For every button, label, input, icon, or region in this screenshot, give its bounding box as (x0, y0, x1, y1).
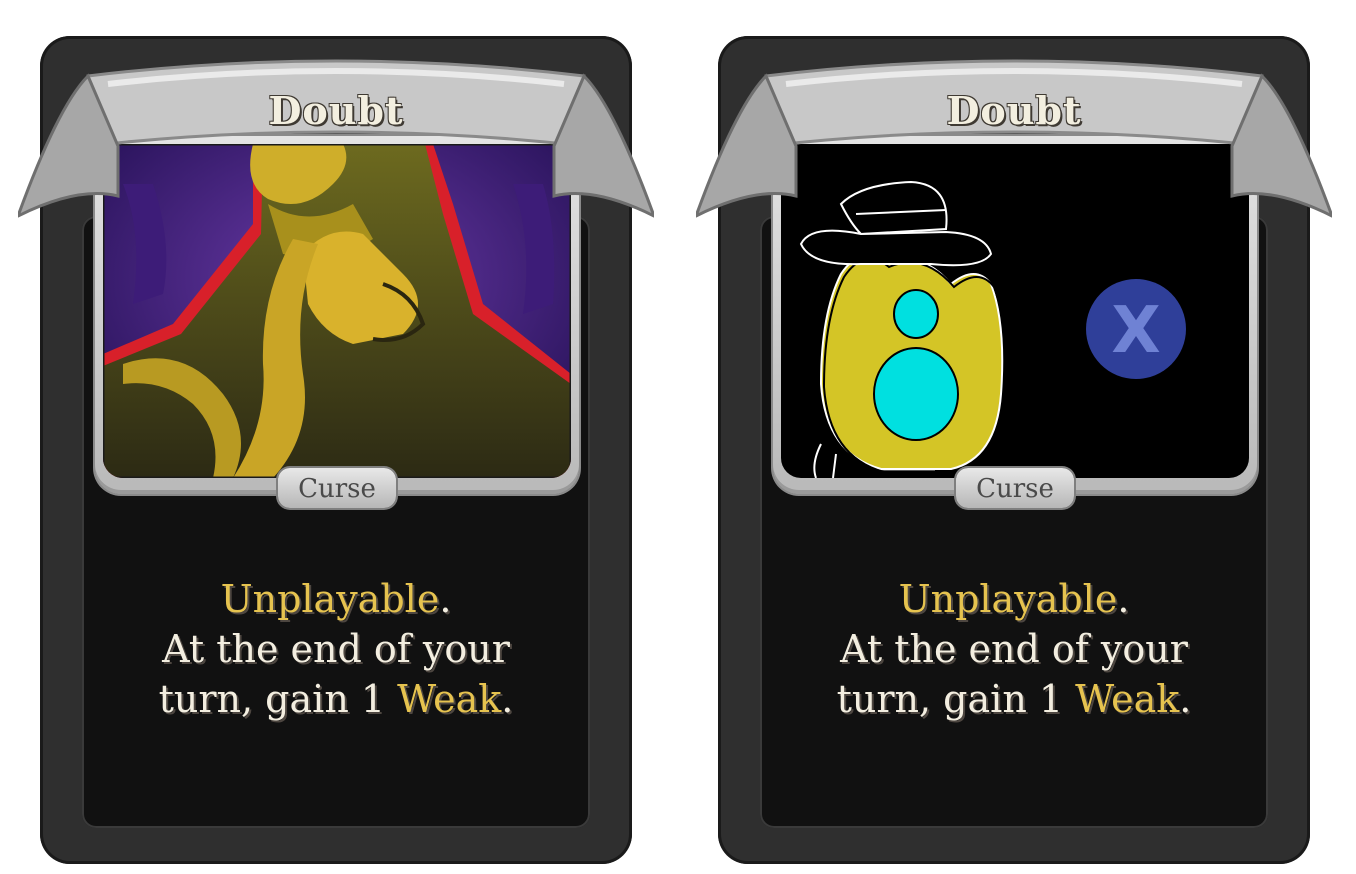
description-line-2: At the end of your (840, 627, 1188, 671)
keyword-unplayable: Unplayable (220, 577, 440, 621)
card-description: Unplayable. At the end of your turn, gai… (82, 574, 590, 724)
description-line-2: At the end of your (162, 627, 510, 671)
card-title: Doubt (946, 88, 1082, 133)
card-doubt-redrawn[interactable]: X Doubt Curse Unplayable. At the end of … (696, 36, 1332, 864)
keyword-weak: Weak (1075, 677, 1180, 721)
card-doubt-original[interactable]: Doubt Curse Unplayable. At the end of yo… (18, 36, 654, 864)
description-line-3: turn, gain 1 Weak. (158, 677, 514, 721)
description-line-3: turn, gain 1 Weak. (836, 677, 1192, 721)
keyword-unplayable: Unplayable (898, 577, 1118, 621)
card-type-label: Curse (298, 474, 376, 504)
description-line-1: Unplayable. (220, 577, 452, 621)
card-description: Unplayable. At the end of your turn, gai… (760, 574, 1268, 724)
card-title: Doubt (268, 88, 404, 133)
keyword-weak: Weak (397, 677, 502, 721)
card-type-label: Curse (976, 474, 1054, 504)
description-line-1: Unplayable. (898, 577, 1130, 621)
x-glyph: X (1111, 294, 1160, 368)
